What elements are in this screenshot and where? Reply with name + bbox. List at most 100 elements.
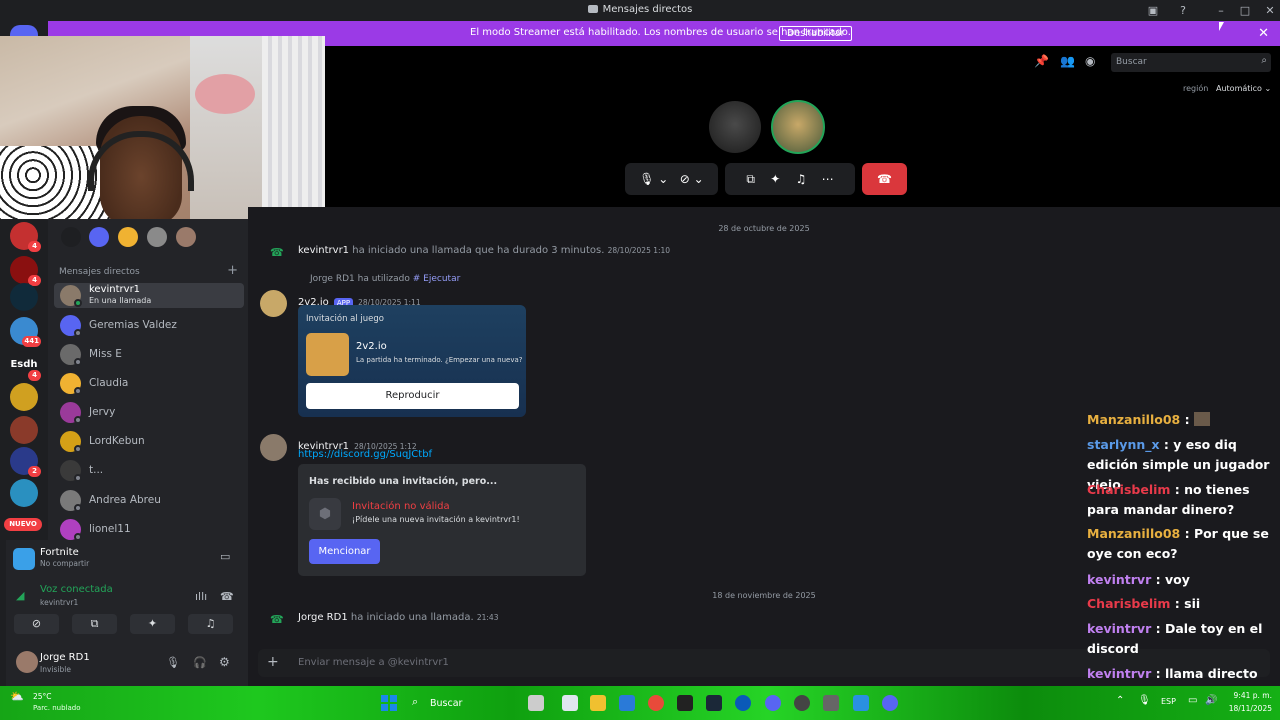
app-avatar[interactable] — [260, 290, 287, 317]
activities-icon[interactable]: ✦ — [770, 172, 780, 186]
settings-icon[interactable]: ⚙ — [219, 655, 230, 669]
invite-link[interactable]: https://discord.gg/SuqJCtbf — [298, 449, 432, 460]
friend-avatar[interactable] — [61, 227, 81, 247]
inbox-icon[interactable]: ▣ — [1145, 3, 1161, 18]
dm-item[interactable]: Miss E — [54, 342, 244, 367]
minimize-button[interactable]: – — [1213, 3, 1229, 18]
phone-hangup-icon: ☎ — [877, 172, 892, 186]
dm-item[interactable]: LordKebun — [54, 429, 244, 454]
dm-icon — [587, 5, 598, 13]
disable-streamer-button[interactable]: Deshabilitar — [779, 26, 853, 41]
network-icon[interactable]: ▭ — [1188, 695, 1197, 706]
signal-icon: ◢ — [16, 589, 25, 602]
server-icon[interactable]: 4 — [10, 222, 41, 252]
play-button[interactable]: Reproducir — [306, 383, 519, 409]
add-friend-icon[interactable]: 👥 — [1060, 54, 1075, 68]
language-indicator[interactable]: ESP — [1161, 697, 1176, 706]
server-icon[interactable] — [10, 416, 38, 444]
camera-off-button[interactable]: ⊘ — [14, 614, 59, 634]
user-name[interactable]: Jorge RD1 — [40, 652, 90, 663]
steam-icon[interactable] — [706, 695, 722, 711]
friend-avatar[interactable] — [89, 227, 109, 247]
maximize-button[interactable]: □ — [1237, 3, 1253, 18]
app-icon[interactable] — [853, 695, 869, 711]
dm-item[interactable]: lionel11 — [54, 517, 244, 542]
chrome-icon[interactable] — [648, 695, 664, 711]
profile-icon[interactable]: ◉ — [1085, 54, 1095, 68]
epic-games-icon[interactable] — [677, 695, 693, 711]
weather-icon[interactable]: ⛅ — [10, 690, 24, 703]
add-attachment-icon[interactable]: + — [267, 654, 279, 670]
taskbar-search[interactable]: ⌕ Buscar — [408, 692, 508, 714]
stream-chat-line: kevintrvr : voy — [1087, 572, 1190, 587]
close-window-button[interactable]: ✕ — [1262, 3, 1278, 18]
voice-status[interactable]: Voz conectada — [40, 584, 113, 595]
stream-chat-overlay: Manzanillo08 : starlynn_x : y eso diq ed… — [1085, 410, 1280, 686]
region-select[interactable]: Automático ⌄ — [1216, 84, 1271, 93]
dm-item[interactable]: Jervy — [54, 400, 244, 425]
volume-icon[interactable]: 🔊 — [1205, 695, 1217, 706]
hang-up-button[interactable]: ☎ — [862, 163, 907, 195]
dm-item[interactable]: Andrea Abreu — [54, 488, 244, 513]
app-icon[interactable] — [823, 695, 839, 711]
friend-avatar[interactable] — [147, 227, 167, 247]
help-icon[interactable]: ? — [1175, 3, 1191, 18]
file-explorer-icon[interactable] — [590, 695, 606, 711]
fortnite-icon — [13, 548, 35, 570]
self-avatar-speaking[interactable] — [771, 100, 825, 154]
server-icon[interactable]: 441 — [10, 317, 41, 347]
server-icon[interactable]: 2 — [10, 447, 41, 477]
settings-icon[interactable] — [794, 695, 810, 711]
screen-share-icon[interactable]: ⧉ — [746, 172, 755, 186]
caller-avatar[interactable] — [709, 101, 761, 153]
soundboard-icon[interactable]: ♫ — [796, 172, 807, 186]
user-avatar[interactable] — [260, 434, 287, 461]
soundboard-button[interactable]: ♫ — [188, 614, 233, 634]
activities-button[interactable]: ✦ — [130, 614, 175, 634]
screen-share-button[interactable]: ⧉ — [72, 614, 117, 634]
user-avatar[interactable] — [16, 651, 38, 673]
widgets-icon[interactable] — [528, 695, 544, 711]
server-icon[interactable] — [10, 283, 38, 311]
mention-button[interactable]: Mencionar — [309, 539, 380, 564]
dm-item[interactable]: Claudia — [54, 371, 244, 396]
mic-icon[interactable]: 🎙 — [639, 172, 654, 186]
mic-icon[interactable]: 🎙 — [166, 656, 180, 669]
more-icon[interactable]: ⋯ — [822, 172, 834, 186]
camera-off-icon[interactable]: ⊘ — [680, 172, 690, 186]
task-view-icon[interactable] — [562, 695, 578, 711]
app-icon[interactable] — [735, 695, 751, 711]
weather-temp[interactable]: 25°C — [33, 692, 52, 701]
discord-icon[interactable] — [882, 695, 898, 711]
mic-icon[interactable]: 🎙 — [1138, 695, 1151, 706]
dm-item[interactable]: Geremias Valdez — [54, 313, 244, 338]
noise-suppression-icon[interactable]: ıllı — [195, 590, 207, 603]
server-icon[interactable] — [10, 479, 38, 507]
store-icon[interactable] — [619, 695, 635, 711]
friend-avatar[interactable] — [118, 227, 138, 247]
close-banner-icon[interactable]: ✕ — [1258, 26, 1269, 41]
mic-control[interactable]: 🎙 ⌄ ⊘ ⌄ — [625, 163, 718, 195]
dm-item[interactable]: t... — [54, 458, 244, 483]
server-icon[interactable] — [10, 383, 38, 411]
pin-icon[interactable]: 📌 — [1034, 54, 1049, 68]
bottom-panels: Fortnite No compartir ▭ ◢ Voz conectada … — [6, 540, 243, 686]
server-esdh[interactable]: Esdh 4 — [10, 351, 41, 381]
disconnect-icon[interactable]: ☎ — [220, 590, 234, 603]
server-icon[interactable]: 4 — [10, 256, 41, 286]
invalid-invite-card: Has recibido una invitación, pero... ⬢ I… — [298, 464, 586, 576]
add-dm-icon[interactable]: + — [227, 263, 238, 278]
start-icon[interactable] — [381, 695, 397, 711]
clock-date[interactable]: 18/11/2025 — [1222, 704, 1272, 713]
system-message: Jorge RD1 ha iniciado una llamada. 21:43 — [298, 612, 499, 623]
dm-item-kevintrvr1[interactable]: kevintrvr1 En una llamada — [54, 283, 244, 308]
discord-icon[interactable] — [765, 695, 781, 711]
headphones-icon[interactable]: 🎧 — [193, 656, 207, 669]
friend-avatar[interactable] — [176, 227, 196, 247]
game-icon — [306, 333, 349, 376]
window-title: Mensajes directos — [0, 4, 1280, 15]
search-input[interactable]: Buscar ⌕ — [1111, 53, 1271, 72]
tray-chevron-icon[interactable]: ⌃ — [1116, 695, 1124, 706]
stream-icon[interactable]: ▭ — [220, 550, 230, 563]
clock-time[interactable]: 9:41 p. m. — [1222, 691, 1272, 700]
